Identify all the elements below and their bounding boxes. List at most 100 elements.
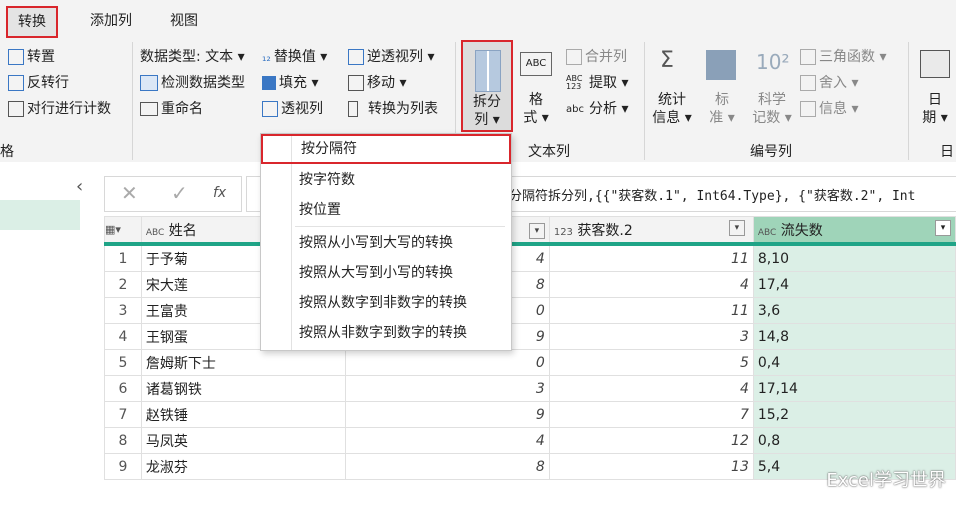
row-number[interactable]: 9 xyxy=(104,453,142,480)
split-column-button[interactable]: 拆分 列 ▾ xyxy=(461,40,513,132)
round-label: 舍入 ▾ xyxy=(819,75,859,91)
selected-query-highlight[interactable] xyxy=(0,200,80,230)
to-list-button[interactable]: 转换为列表 xyxy=(348,98,438,118)
menu-item-lower-to-upper[interactable]: 按照从小写到大写的转换 xyxy=(261,228,511,258)
data-type-dropdown[interactable]: 数据类型: 文本 ▾ xyxy=(140,46,245,66)
menu-item-by-char-count[interactable]: 按字符数 xyxy=(261,165,511,195)
cell-loss[interactable]: 8,10 xyxy=(752,243,956,272)
table-row[interactable]: 8 马凤英 4 12 0,8 xyxy=(104,427,956,454)
trig-button[interactable]: 三角函数 ▾ xyxy=(800,46,886,66)
pivot-button[interactable]: 透视列 xyxy=(262,98,323,118)
cell-loss[interactable]: 15,2 xyxy=(752,401,956,428)
tab-add-column[interactable]: 添加列 xyxy=(80,8,142,34)
pivot-icon xyxy=(262,101,278,117)
cell-n1[interactable]: 4 xyxy=(344,427,550,454)
cell-name[interactable]: 赵铁锤 xyxy=(140,401,346,428)
cell-n1[interactable]: 3 xyxy=(344,375,550,402)
detect-type-button[interactable]: 检测数据类型 xyxy=(140,72,245,92)
table-row[interactable]: 5 詹姆斯下士 0 5 0,4 xyxy=(104,349,956,376)
statistics-button[interactable]: Σ 统计 信息 ▾ xyxy=(650,44,694,128)
cell-name[interactable]: 詹姆斯下士 xyxy=(140,349,346,376)
split-column-label-1: 拆分 xyxy=(473,94,501,110)
cell-n2[interactable]: 3 xyxy=(548,323,754,350)
cell-loss[interactable]: 14,8 xyxy=(752,323,956,350)
scientific-button[interactable]: 10² 科学 记数 ▾ xyxy=(748,44,796,128)
reverse-rows-icon xyxy=(8,75,24,91)
extract-icon: ABC 123 xyxy=(566,74,583,91)
menu-item-upper-to-lower[interactable]: 按照从大写到小写的转换 xyxy=(261,258,511,288)
table-row[interactable]: 3 王富贵 0 11 3,6 xyxy=(104,297,956,324)
unpivot-button[interactable]: 逆透视列 ▾ xyxy=(348,46,434,66)
table-row[interactable]: 6 诸葛钢铁 3 4 17,14 xyxy=(104,375,956,402)
row-number[interactable]: 7 xyxy=(104,401,142,428)
table-row[interactable]: 7 赵铁锤 9 7 15,2 xyxy=(104,401,956,428)
format-button[interactable]: ABC 格 式 ▾ xyxy=(516,46,556,126)
cell-n2[interactable]: 7 xyxy=(548,401,754,428)
cell-n2[interactable]: 12 xyxy=(548,427,754,454)
tab-transform[interactable]: 转换 xyxy=(6,6,58,38)
extract-button[interactable]: ABC 123 提取 ▾ xyxy=(566,72,628,92)
cell-name[interactable]: 马凤英 xyxy=(140,427,346,454)
cell-n2[interactable]: 13 xyxy=(548,453,754,480)
cell-n2[interactable]: 5 xyxy=(548,349,754,376)
collapse-pane-icon[interactable]: ‹ xyxy=(76,176,83,197)
filter-dropdown-icon[interactable]: ▾ xyxy=(728,219,745,236)
cell-n2[interactable]: 4 xyxy=(548,271,754,298)
row-number[interactable]: 5 xyxy=(104,349,142,376)
row-number[interactable]: 2 xyxy=(104,271,142,298)
confirm-icon[interactable]: ✓ xyxy=(171,181,188,205)
filter-dropdown-icon[interactable]: ▾ xyxy=(528,222,545,239)
cell-n2[interactable]: 4 xyxy=(548,375,754,402)
table-row[interactable]: 1 于予菊 4 11 8,10 xyxy=(104,243,956,272)
row-number[interactable]: 3 xyxy=(104,297,142,324)
scientific-label-2: 记数 ▾ xyxy=(752,110,792,126)
transpose-button[interactable]: 转置 xyxy=(8,46,55,66)
table-menu-icon[interactable]: ▦▾ xyxy=(104,216,142,246)
filter-dropdown-icon[interactable]: ▾ xyxy=(935,219,951,236)
cell-name[interactable]: 诸葛钢铁 xyxy=(140,375,346,402)
replace-values-button[interactable]: ₁₂ 替换值 ▾ xyxy=(262,46,327,66)
column-header-name-label: 姓名 xyxy=(168,222,197,239)
fx-icon[interactable]: fx xyxy=(213,185,226,201)
row-number[interactable]: 1 xyxy=(104,243,142,272)
row-number[interactable]: 4 xyxy=(104,323,142,350)
cancel-icon[interactable]: ✕ xyxy=(121,181,138,205)
menu-item-by-delimiter[interactable]: 按分隔符 xyxy=(261,134,511,164)
table-row[interactable]: 4 王钢蛋 9 3 14,8 xyxy=(104,323,956,350)
menu-item-nondigit-to-digit[interactable]: 按照从非数字到数字的转换 xyxy=(261,318,511,348)
rename-label: 重命名 xyxy=(161,101,203,117)
menu-item-digit-to-nondigit[interactable]: 按照从数字到非数字的转换 xyxy=(261,288,511,318)
cell-loss[interactable]: 17,14 xyxy=(752,375,956,402)
parse-button[interactable]: abc 分析 ▾ xyxy=(566,98,628,118)
round-button[interactable]: 舍入 ▾ xyxy=(800,72,858,92)
move-button[interactable]: 移动 ▾ xyxy=(348,72,406,92)
cell-n2[interactable]: 11 xyxy=(548,297,754,324)
table-icon xyxy=(140,75,158,91)
cell-name[interactable]: 龙淑芬 xyxy=(140,453,346,480)
row-number[interactable]: 6 xyxy=(104,375,142,402)
cell-n1[interactable]: 9 xyxy=(344,401,550,428)
column-header-n2[interactable]: 123 获客数.2 ▾ xyxy=(548,216,754,246)
date-button[interactable]: 日 期 ▾ xyxy=(914,44,956,128)
merge-columns-button[interactable]: 合并列 xyxy=(566,46,627,66)
transpose-label: 转置 xyxy=(27,49,55,65)
cell-loss[interactable]: 17,4 xyxy=(752,271,956,298)
tab-view[interactable]: 视图 xyxy=(160,8,208,34)
table-row[interactable]: 2 宋大莲 8 4 17,4 xyxy=(104,271,956,298)
menu-item-by-position[interactable]: 按位置 xyxy=(261,195,511,225)
split-column-menu: 按分隔符 按字符数 按位置 按照从小写到大写的转换 按照从大写到小写的转换 按照… xyxy=(260,133,512,351)
cell-n1[interactable]: 0 xyxy=(344,349,550,376)
cell-n2[interactable]: 11 xyxy=(548,243,754,272)
column-header-loss[interactable]: ABC 流失数 ▾ xyxy=(752,216,956,246)
info-button[interactable]: 信息 ▾ xyxy=(800,98,858,118)
row-number[interactable]: 8 xyxy=(104,427,142,454)
cell-loss[interactable]: 0,4 xyxy=(752,349,956,376)
reverse-rows-button[interactable]: 反转行 xyxy=(8,72,69,92)
cell-loss[interactable]: 0,8 xyxy=(752,427,956,454)
cell-loss[interactable]: 3,6 xyxy=(752,297,956,324)
rename-button[interactable]: 重命名 xyxy=(140,98,203,118)
cell-n1[interactable]: 8 xyxy=(344,453,550,480)
standard-button[interactable]: 标 准 ▾ xyxy=(700,44,744,128)
fill-button[interactable]: 填充 ▾ xyxy=(262,72,318,92)
count-rows-button[interactable]: 对行进行计数 xyxy=(8,98,111,118)
